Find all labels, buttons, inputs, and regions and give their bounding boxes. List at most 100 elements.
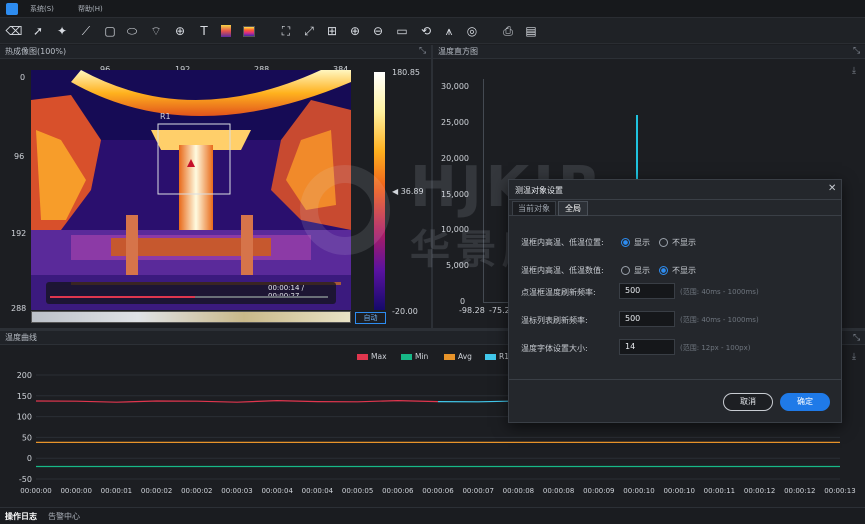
y-tick: 0 (20, 73, 26, 82)
histogram-title: 温度直方图 (438, 47, 478, 56)
curve-title: 温度曲线 (5, 333, 37, 342)
series-line-max (35, 399, 439, 403)
thermal-panel-header: 热成像图(100%) (0, 45, 431, 59)
row4-hint: (范围: 40ms - 1000ms) (680, 316, 759, 324)
dialog-title-divider (509, 199, 841, 200)
hist-y-tick: 30,000 (441, 82, 469, 91)
curve-x-tick: 00:00:08 (503, 487, 534, 495)
close-icon[interactable]: ✕ (828, 183, 836, 194)
ellipse-icon[interactable]: ⬭ (124, 23, 140, 39)
rainbow-icon[interactable] (241, 23, 257, 39)
zoom-out-icon[interactable]: ⊖ (370, 23, 386, 39)
font-size-input[interactable]: 14 (619, 339, 675, 355)
legend-min-swatch (401, 354, 412, 360)
menu-help[interactable]: 帮助(H) (78, 4, 103, 14)
save-icon[interactable]: ▤ (523, 23, 539, 39)
expand-icon[interactable]: ⤡ (853, 46, 860, 56)
curve-x-tick: 00:00:08 (543, 487, 574, 495)
print-icon[interactable]: ⎙ (500, 23, 516, 39)
histogram-panel-header: 温度直方图 (433, 45, 865, 59)
curve-x-tick: 00:00:12 (744, 487, 775, 495)
row5-hint: (范围: 12px - 100px) (680, 344, 751, 352)
curve-x-tick: 00:00:02 (181, 487, 212, 495)
row1-show-label[interactable]: 显示 (634, 237, 650, 248)
curve-y-tick: 100 (17, 413, 32, 422)
roi-label: R1 (160, 112, 171, 121)
screen-icon[interactable]: ▭ (394, 23, 410, 39)
camera-icon[interactable]: ◎ (464, 23, 480, 39)
row2-hide-radio[interactable] (659, 266, 668, 275)
pointer-icon[interactable]: ➚ (30, 23, 46, 39)
eraser-icon[interactable]: ⌫ (6, 23, 23, 39)
legend-max[interactable]: Max (371, 352, 387, 361)
app-window: 系统(S) 帮助(H) ⌫ ➚ ✦ ⟋ ▢ ⬭ ⌔ ⊕ T ⛶ ⤢ ⊞ ⊕ ⊖ … (0, 0, 865, 524)
polygon-icon[interactable]: ⌔ (148, 23, 164, 39)
toolbar: ⌫ ➚ ✦ ⟋ ▢ ⬭ ⌔ ⊕ T ⛶ ⤢ ⊞ ⊕ ⊖ ▭ ⟲ ⩚ ◎ ⎙ ▤ (0, 18, 865, 44)
zoom-in-icon[interactable]: ⊕ (347, 23, 363, 39)
row2-show-radio[interactable] (621, 266, 630, 275)
text-icon[interactable]: T (196, 23, 212, 39)
crosshair-icon[interactable]: ⊕ (172, 23, 188, 39)
tab-operation-log[interactable]: 操作日志 (5, 511, 37, 522)
zoom-rect-icon[interactable]: ⊞ (324, 23, 340, 39)
tripod-icon[interactable]: ⩚ (441, 23, 457, 39)
download-icon[interactable]: ⤓ (852, 352, 856, 362)
auto-button[interactable]: 自动 (355, 312, 386, 324)
tab-alarm-center[interactable]: 告警中心 (48, 511, 80, 522)
point-icon[interactable]: ✦ (54, 23, 70, 39)
expand-icon[interactable]: ⤡ (419, 46, 426, 56)
thermal-image[interactable] (31, 70, 351, 310)
curve-y-tick: -50 (19, 475, 32, 484)
hist-y-tick: 0 (460, 297, 466, 306)
app-logo-icon (6, 3, 18, 15)
line-icon[interactable]: ⟋ (78, 23, 94, 39)
curve-x-tick: 00:00:07 (462, 487, 493, 495)
legend-min[interactable]: Min (415, 352, 428, 361)
curve-x-tick: 00:00:01 (101, 487, 132, 495)
curve-x-tick: 00:00:13 (824, 487, 855, 495)
row1-show-radio[interactable] (621, 238, 630, 247)
row1-label: 温框内高温、低温位置: (521, 238, 604, 247)
cancel-button[interactable]: 取消 (723, 393, 773, 411)
y-tick: 192 (11, 229, 27, 238)
hist-x-tick: -98.28 (459, 306, 485, 315)
rectangle-icon[interactable]: ▢ (102, 23, 118, 39)
curve-x-tick: 00:00:04 (302, 487, 334, 495)
row2-show-label[interactable]: 显示 (634, 265, 650, 276)
scale-refresh-input[interactable]: 500 (619, 311, 675, 327)
hist-x-tick: -75.2 (489, 306, 510, 315)
curve-x-tick: 00:00:00 (60, 487, 91, 495)
scale-max: 180.85 (392, 68, 420, 77)
expand-icon[interactable]: ⤡ (853, 333, 860, 343)
y-tick: 96 (14, 152, 25, 161)
fit-icon[interactable]: ⛶ (278, 23, 294, 39)
fullscreen-icon[interactable]: ⤢ (301, 23, 317, 39)
legend-avg[interactable]: Avg (458, 352, 472, 361)
legend-avg-swatch (444, 354, 455, 360)
tab-global[interactable]: 全局 (558, 201, 588, 216)
row2-label: 温框内高温、低温数值: (521, 266, 604, 275)
rotate-icon[interactable]: ⟲ (418, 23, 434, 39)
palette-icon[interactable] (218, 23, 234, 39)
video-progress-fill (50, 296, 195, 298)
menu-system[interactable]: 系统(S) (30, 4, 54, 14)
row1-hide-label[interactable]: 不显示 (672, 237, 696, 248)
curve-y-tick: 150 (17, 392, 32, 401)
curve-x-tick: 00:00:12 (784, 487, 815, 495)
video-progress-track[interactable] (50, 296, 328, 298)
curve-x-tick: 00:00:00 (20, 487, 51, 495)
thermal-panel-title: 热成像图(100%) (5, 47, 67, 56)
curve-x-tick: 00:00:03 (221, 487, 252, 495)
ok-button[interactable]: 确定 (780, 393, 830, 411)
curve-x-tick: 00:00:06 (422, 487, 454, 495)
row2-hide-label[interactable]: 不显示 (672, 265, 696, 276)
curve-x-tick: 00:00:06 (382, 487, 414, 495)
curve-x-tick: 00:00:05 (342, 487, 373, 495)
curve-x-tick: 00:00:09 (583, 487, 614, 495)
row1-hide-radio[interactable] (659, 238, 668, 247)
dialog-title: 测温对象设置 (515, 186, 563, 195)
tab-current-object[interactable]: 当前对象 (512, 201, 556, 216)
refresh-rate-input[interactable]: 500 (619, 283, 675, 299)
palette-strip[interactable] (31, 311, 351, 323)
curve-y-tick: 200 (17, 371, 32, 380)
